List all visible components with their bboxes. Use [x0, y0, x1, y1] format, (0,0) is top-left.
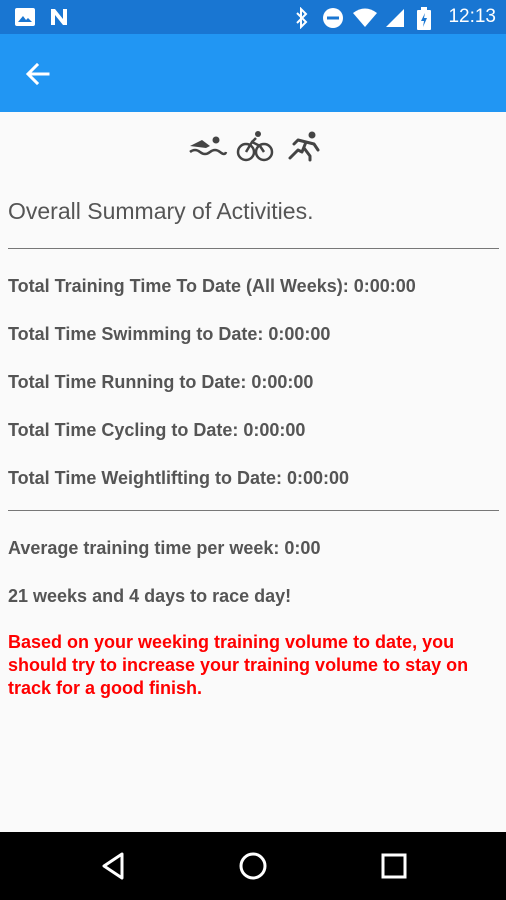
race-countdown: 21 weeks and 4 days to race day! [8, 586, 292, 606]
recents-square-icon[interactable] [378, 850, 410, 882]
total-training-time: Total Training Time To Date (All Weeks):… [8, 276, 416, 296]
image-icon [15, 8, 35, 26]
clock: 12:13 [448, 6, 496, 27]
battery-icon [417, 7, 431, 30]
training-volume-warning: Based on your weeking training volume to… [8, 632, 469, 698]
signal-icon [386, 9, 404, 27]
wifi-icon [353, 8, 377, 27]
do-not-disturb-icon [323, 8, 343, 28]
n-icon [51, 9, 67, 25]
average-weekly-time: Average training time per week: 0:00 [8, 538, 321, 558]
bike-icon [236, 131, 274, 162]
status-bar: 12:13 [0, 0, 506, 34]
back-triangle-icon[interactable] [98, 850, 130, 882]
divider [8, 248, 499, 249]
system-nav-bar [0, 832, 506, 900]
app-bar [0, 34, 506, 112]
summary-content: Overall Summary of Activities. Total Tra… [0, 112, 506, 832]
arrow-left-icon[interactable] [22, 58, 54, 90]
total-running-time: Total Time Running to Date: 0:00:00 [8, 372, 314, 392]
triathlon-icons [189, 131, 320, 162]
total-weightlifting-time: Total Time Weightlifting to Date: 0:00:0… [8, 468, 350, 488]
total-swimming-time: Total Time Swimming to Date: 0:00:00 [8, 324, 331, 344]
bluetooth-icon [296, 7, 308, 29]
page-title: Overall Summary of Activities. [8, 198, 314, 224]
swim-icon [189, 136, 228, 156]
run-icon [288, 131, 320, 162]
divider [8, 510, 499, 511]
total-cycling-time: Total Time Cycling to Date: 0:00:00 [8, 420, 306, 440]
home-circle-icon[interactable] [237, 850, 269, 882]
